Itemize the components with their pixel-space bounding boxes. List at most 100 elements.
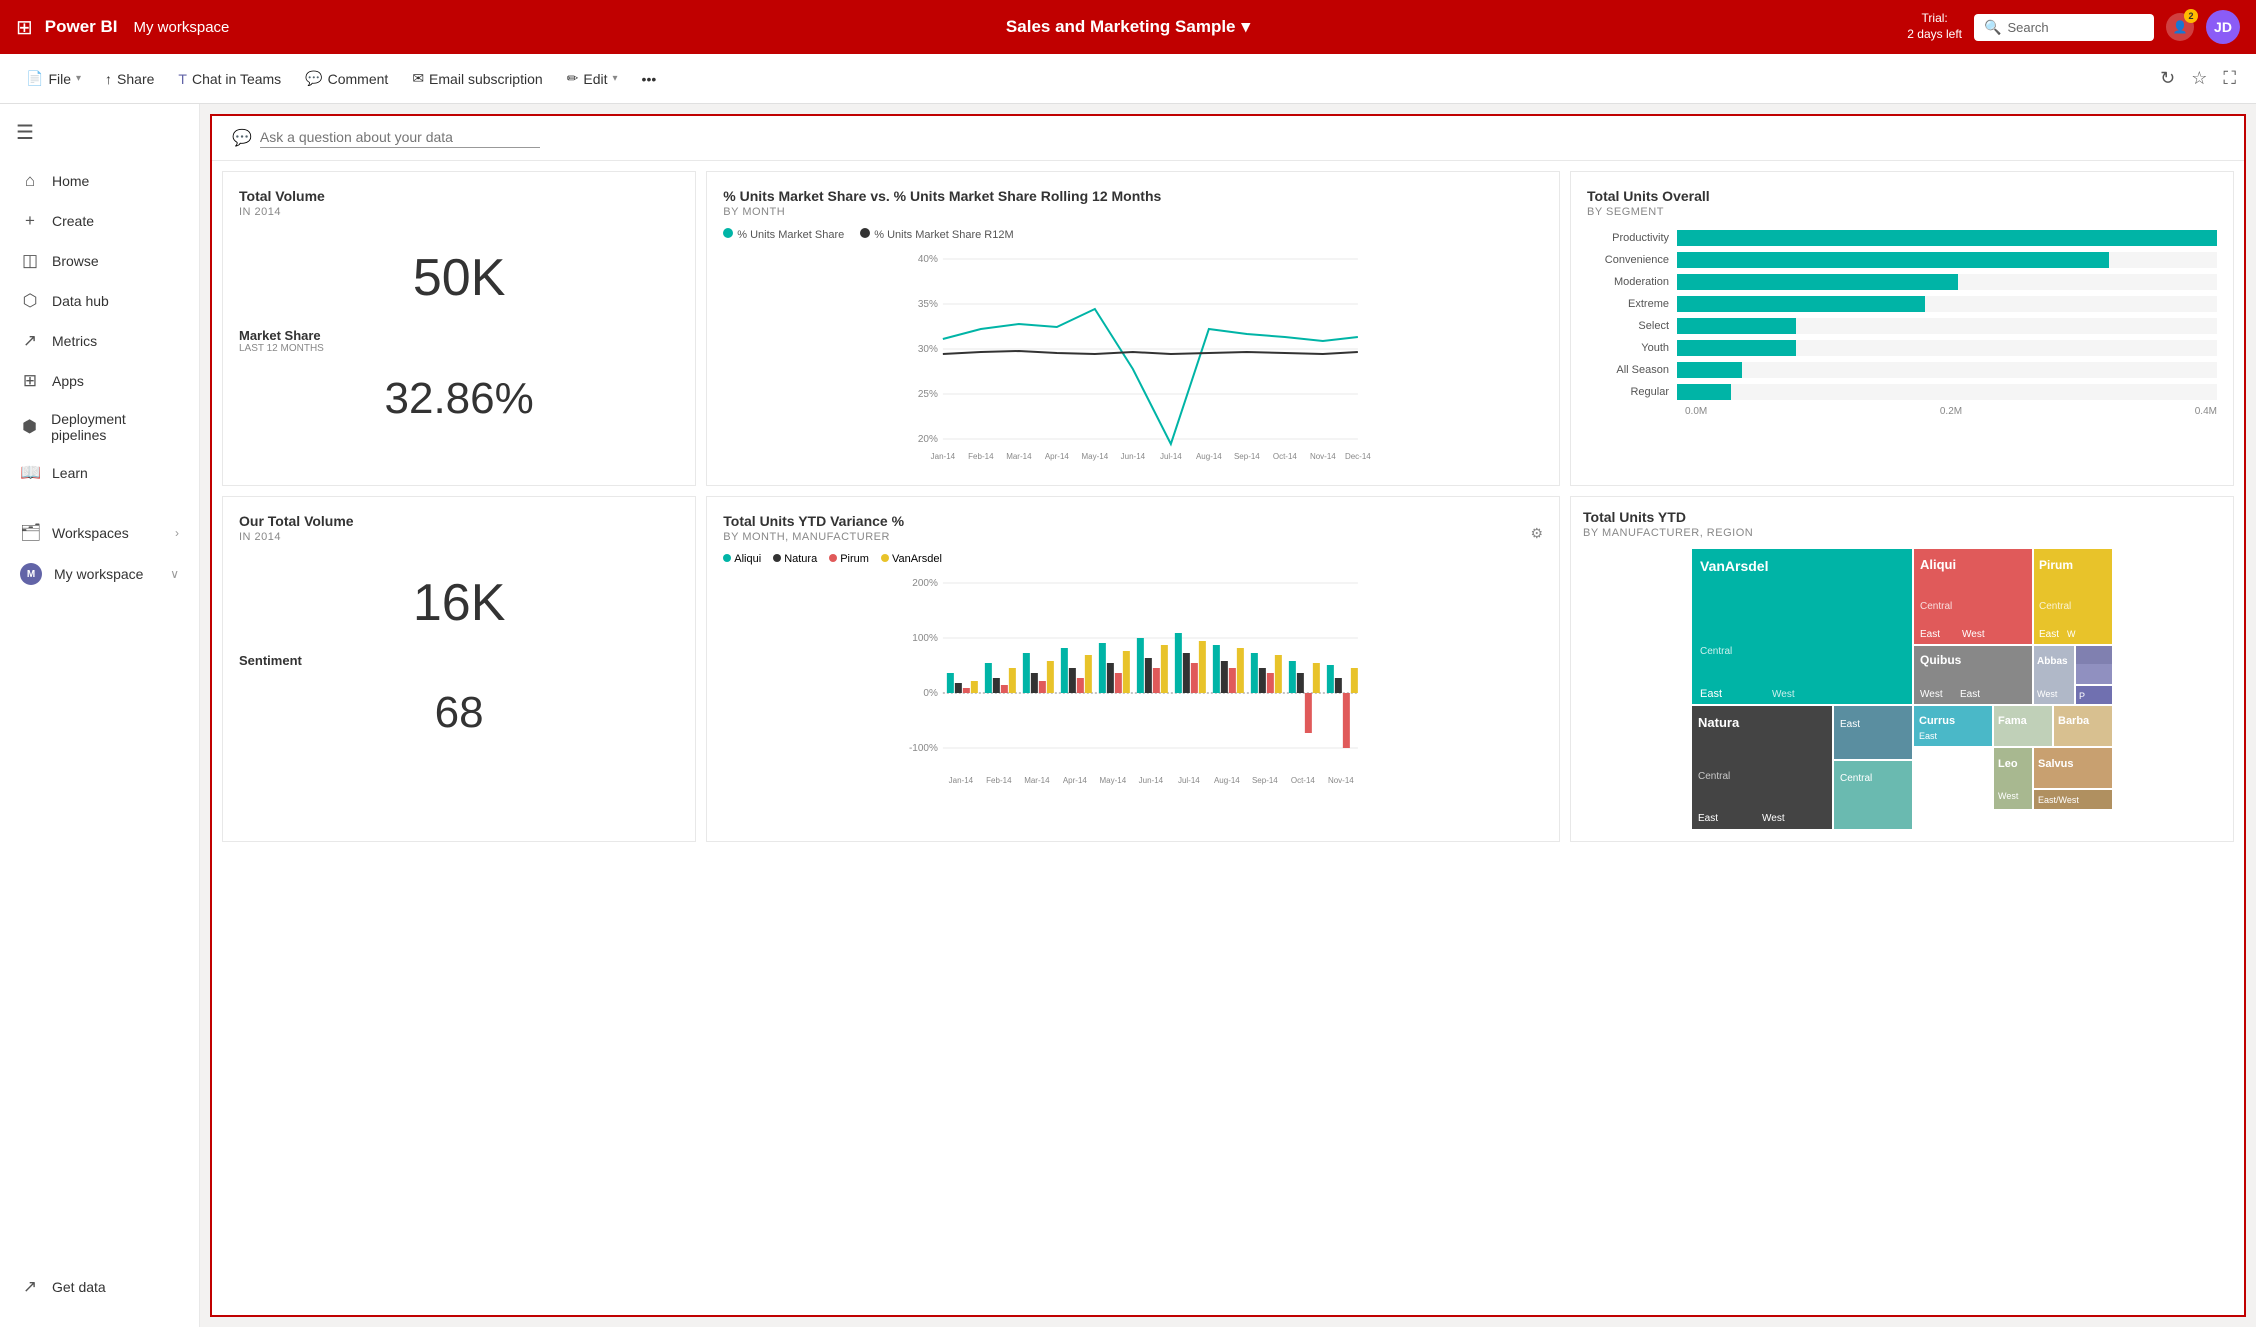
chat-in-teams-button[interactable]: T Chat in Teams [168, 66, 291, 92]
svg-text:Jun-14: Jun-14 [1121, 452, 1146, 461]
sentiment-title: Sentiment [239, 653, 679, 668]
line-chart-subtitle: BY MONTH [723, 206, 1543, 218]
share-button[interactable]: ↑ Share [95, 66, 164, 92]
sidebar-item-home-label: Home [52, 173, 89, 189]
sidebar-item-metrics-label: Metrics [52, 333, 97, 349]
workspaces-arrow-icon: › [175, 526, 179, 540]
myworkspace-arrow-icon: ∨ [170, 567, 179, 581]
sidebar-item-deployment[interactable]: ⬢ Deployment pipelines [0, 401, 199, 453]
more-options-button[interactable]: ••• [632, 66, 667, 92]
top-nav-right: Trial: 2 days left 🔍 Search 👤 2 JD [1907, 10, 2240, 44]
qa-icon: 💬 [232, 128, 252, 148]
sidebar-item-workspaces-label: Workspaces [52, 525, 129, 541]
favorite-icon[interactable]: ☆ [2187, 64, 2211, 93]
sidebar-item-browse[interactable]: ◫ Browse [0, 241, 199, 281]
edit-button[interactable]: ✏ Edit ▾ [557, 65, 628, 92]
svg-text:Aliqui: Aliqui [1920, 557, 1956, 572]
svg-text:May-14: May-14 [1082, 452, 1109, 461]
dashboard-grid: Total Volume IN 2014 50K Market Share LA… [212, 161, 2244, 852]
notification-button[interactable]: 👤 2 [2166, 13, 2194, 41]
line-chart-svg: 40% 35% 30% 25% 20% Jan-14 Feb-14 Mar-14 [723, 249, 1543, 469]
total-volume-value: 50K [239, 248, 679, 308]
svg-text:West: West [1762, 813, 1785, 824]
sidebar-item-learn-label: Learn [52, 465, 88, 481]
ytd-variance-settings-icon[interactable]: ⚙ [1530, 525, 1543, 542]
workspace-label[interactable]: My workspace [134, 19, 230, 36]
browse-icon: ◫ [20, 251, 40, 271]
dashboard-frame: 💬 Total Volume IN 2014 50K Market Share … [210, 114, 2246, 1317]
notification-icon: 👤 [2173, 20, 2188, 34]
ytd-variance-subtitle: BY MONTH, MANUFACTURER [723, 531, 904, 543]
sidebar-item-getdata-label: Get data [52, 1279, 106, 1295]
ytd-variance-title: Total Units YTD Variance % [723, 513, 904, 529]
line-chart-title: % Units Market Share vs. % Units Market … [723, 188, 1543, 204]
svg-text:East/West: East/West [2038, 795, 2079, 805]
total-units-overall-subtitle: BY SEGMENT [1587, 206, 2217, 218]
total-volume-title: Total Volume [239, 188, 679, 204]
report-title: Sales and Marketing Sample ▾ [1006, 17, 1250, 37]
svg-text:P: P [2079, 691, 2085, 701]
sidebar-item-metrics[interactable]: ↗ Metrics [0, 321, 199, 361]
svg-text:Apr-14: Apr-14 [1063, 776, 1088, 785]
sidebar-item-deployment-label: Deployment pipelines [51, 411, 179, 443]
sidebar-item-home[interactable]: ⌂ Home [0, 161, 199, 201]
svg-text:Quibus: Quibus [1920, 653, 1962, 667]
sidebar-item-learn[interactable]: 📖 Learn [0, 453, 199, 493]
legend-market-share: % Units Market Share [723, 228, 844, 241]
refresh-icon[interactable]: ↻ [2156, 64, 2179, 93]
deployment-icon: ⬢ [20, 417, 39, 437]
sidebar-item-apps[interactable]: ⊞ Apps [0, 361, 199, 401]
sidebar-item-workspaces[interactable]: 🗂 Workspaces › [0, 513, 199, 553]
treemap-svg: VanArsdel East Central West Aliqui East … [1583, 549, 2221, 829]
qa-bar: 💬 [212, 116, 2244, 161]
search-icon: 🔍 [1984, 19, 2001, 36]
widget-our-volume-sentiment: Our Total Volume IN 2014 16K Sentiment 6… [222, 496, 696, 842]
svg-text:Apr-14: Apr-14 [1045, 452, 1070, 461]
svg-text:Dec-14: Dec-14 [1345, 452, 1371, 461]
legend-market-share-r12m: % Units Market Share R12M [860, 228, 1013, 241]
svg-text:West: West [1998, 791, 2019, 801]
sidebar-item-getdata[interactable]: ↗ Get data [0, 1267, 199, 1307]
x-axis-labels: 0.0M 0.2M 0.4M [1587, 406, 2217, 417]
svg-text:25%: 25% [918, 389, 938, 400]
svg-text:East: East [1920, 629, 1940, 640]
qa-input[interactable] [260, 129, 540, 148]
svg-text:40%: 40% [918, 254, 938, 265]
svg-text:0%: 0% [924, 688, 939, 699]
comment-button[interactable]: 💬 Comment [295, 65, 398, 92]
notification-badge: 2 [2184, 9, 2198, 23]
fullscreen-icon[interactable]: ⛶ [2219, 64, 2240, 93]
svg-text:East: East [1919, 731, 1938, 741]
share-icon: ↑ [105, 71, 112, 87]
edit-icon: ✏ [567, 70, 579, 87]
toolbar-right: ↻ ☆ ⛶ [2156, 64, 2240, 93]
edit-chevron-icon: ▾ [613, 73, 618, 84]
svg-text:Aug-14: Aug-14 [1196, 452, 1222, 461]
svg-text:Sep-14: Sep-14 [1234, 452, 1260, 461]
top-navigation: ⊞ Power BI My workspace Sales and Market… [0, 0, 2256, 54]
toolbar: 📄 File ▾ ↑ Share T Chat in Teams 💬 Comme… [0, 54, 2256, 104]
search-box[interactable]: 🔍 Search [1974, 14, 2154, 41]
svg-text:East: East [1700, 688, 1722, 700]
user-avatar[interactable]: JD [2206, 10, 2240, 44]
sidebar-item-datahub-label: Data hub [52, 293, 109, 309]
getdata-icon: ↗ [20, 1277, 40, 1297]
market-share-subtitle: LAST 12 MONTHS [239, 343, 679, 354]
sidebar-collapse-icon[interactable]: ☰ [16, 122, 34, 144]
waffle-icon[interactable]: ⊞ [16, 15, 33, 40]
sidebar-item-datahub[interactable]: ⬡ Data hub [0, 281, 199, 321]
sidebar-item-myworkspace[interactable]: M My workspace ∨ [0, 553, 199, 595]
workspaces-icon: 🗂 [20, 523, 40, 543]
bar-row-extreme: Extreme [1587, 296, 2217, 312]
svg-text:Jan-14: Jan-14 [949, 776, 974, 785]
svg-text:Nov-14: Nov-14 [1310, 452, 1336, 461]
svg-text:Oct-14: Oct-14 [1273, 452, 1298, 461]
total-units-ytd-subtitle: BY MANUFACTURER, REGION [1583, 527, 2221, 539]
email-subscription-button[interactable]: ✉ Email subscription [402, 65, 552, 92]
sidebar-item-create[interactable]: + Create [0, 201, 199, 241]
svg-text:Salvus: Salvus [2038, 758, 2073, 770]
svg-text:Barba: Barba [2058, 715, 2090, 727]
title-chevron-icon[interactable]: ▾ [1242, 17, 1251, 37]
brand-logo: Power BI [45, 17, 118, 37]
file-button[interactable]: 📄 File ▾ [16, 65, 91, 92]
